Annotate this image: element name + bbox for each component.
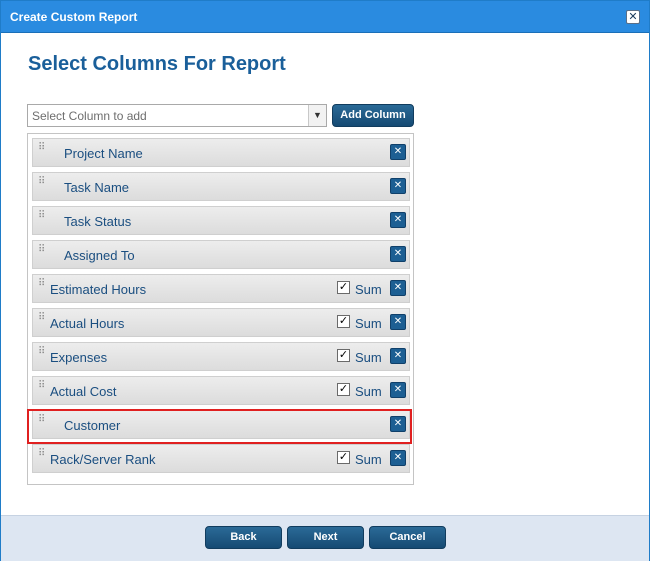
drag-handle-icon[interactable]: ⠿ xyxy=(38,279,46,295)
remove-column-icon[interactable]: ✕ xyxy=(390,280,406,296)
remove-column-icon[interactable]: ✕ xyxy=(390,212,406,228)
column-label: Task Name xyxy=(64,180,130,195)
create-custom-report-dialog: Create Custom Report ✕ Select Columns Fo… xyxy=(0,0,650,561)
sum-label: Sum xyxy=(355,452,382,467)
sum-checkbox[interactable]: ✓ xyxy=(337,315,350,328)
sum-checkbox[interactable]: ✓ xyxy=(337,383,350,396)
remove-column-icon[interactable]: ✕ xyxy=(390,144,406,160)
remove-column-icon[interactable]: ✕ xyxy=(390,382,406,398)
sum-label: Sum xyxy=(355,316,382,331)
sum-label: Sum xyxy=(355,282,382,297)
next-button[interactable]: Next xyxy=(287,526,364,549)
remove-column-icon[interactable]: ✕ xyxy=(390,246,406,262)
dialog-title: Create Custom Report xyxy=(10,10,138,24)
column-row-assigned-to[interactable]: ⠿ Assigned To ✕ xyxy=(32,240,410,269)
drag-handle-icon[interactable]: ⠿ xyxy=(38,347,46,363)
column-label: Actual Hours xyxy=(50,316,125,331)
column-row-task-name[interactable]: ⠿ Task Name ✕ xyxy=(32,172,410,201)
cancel-button[interactable]: Cancel xyxy=(369,526,446,549)
sum-label: Sum xyxy=(355,384,382,399)
column-row-project-name[interactable]: ⠿ Project Name ✕ xyxy=(32,138,410,167)
sum-checkbox[interactable]: ✓ xyxy=(337,451,350,464)
drag-handle-icon[interactable]: ⠿ xyxy=(38,449,46,465)
column-label: Rack/Server Rank xyxy=(50,452,156,467)
remove-column-icon[interactable]: ✕ xyxy=(390,314,406,330)
column-label: Assigned To xyxy=(64,248,135,263)
column-label: Expenses xyxy=(50,350,108,365)
sum-label: Sum xyxy=(355,350,382,365)
add-column-button[interactable]: Add Column xyxy=(332,104,414,127)
column-label: Project Name xyxy=(64,146,143,161)
column-row-actual-cost[interactable]: ⠿ Actual Cost ✓ Sum ✕ xyxy=(32,376,410,405)
highlight-box xyxy=(27,409,412,444)
dialog-footer: Back Next Cancel xyxy=(1,515,649,561)
page-heading: Select Columns For Report xyxy=(28,53,286,75)
drag-handle-icon[interactable]: ⠿ xyxy=(38,177,46,193)
column-row-estimated-hours[interactable]: ⠿ Estimated Hours ✓ Sum ✕ xyxy=(32,274,410,303)
column-label: Task Status xyxy=(64,214,132,229)
back-button[interactable]: Back xyxy=(205,526,282,549)
close-icon[interactable]: ✕ xyxy=(626,10,640,24)
column-select-dropdown[interactable]: Select Column to add ▼ xyxy=(27,104,327,127)
column-label: Actual Cost xyxy=(50,384,117,399)
column-row-actual-hours[interactable]: ⠿ Actual Hours ✓ Sum ✕ xyxy=(32,308,410,337)
chevron-down-icon[interactable]: ▼ xyxy=(308,105,326,126)
dialog-titlebar: Create Custom Report ✕ xyxy=(1,1,649,33)
column-select-value: Select Column to add xyxy=(32,109,147,123)
drag-handle-icon[interactable]: ⠿ xyxy=(38,381,46,397)
drag-handle-icon[interactable]: ⠿ xyxy=(38,245,46,261)
column-row-rack-server-rank[interactable]: ⠿ Rack/Server Rank ✓ Sum ✕ xyxy=(32,444,410,473)
drag-handle-icon[interactable]: ⠿ xyxy=(38,143,46,159)
column-row-expenses[interactable]: ⠿ Expenses ✓ Sum ✕ xyxy=(32,342,410,371)
remove-column-icon[interactable]: ✕ xyxy=(390,178,406,194)
remove-column-icon[interactable]: ✕ xyxy=(390,450,406,466)
column-row-task-status[interactable]: ⠿ Task Status ✕ xyxy=(32,206,410,235)
drag-handle-icon[interactable]: ⠿ xyxy=(38,313,46,329)
drag-handle-icon[interactable]: ⠿ xyxy=(38,211,46,227)
remove-column-icon[interactable]: ✕ xyxy=(390,348,406,364)
sum-checkbox[interactable]: ✓ xyxy=(337,281,350,294)
column-label: Estimated Hours xyxy=(50,282,147,297)
sum-checkbox[interactable]: ✓ xyxy=(337,349,350,362)
